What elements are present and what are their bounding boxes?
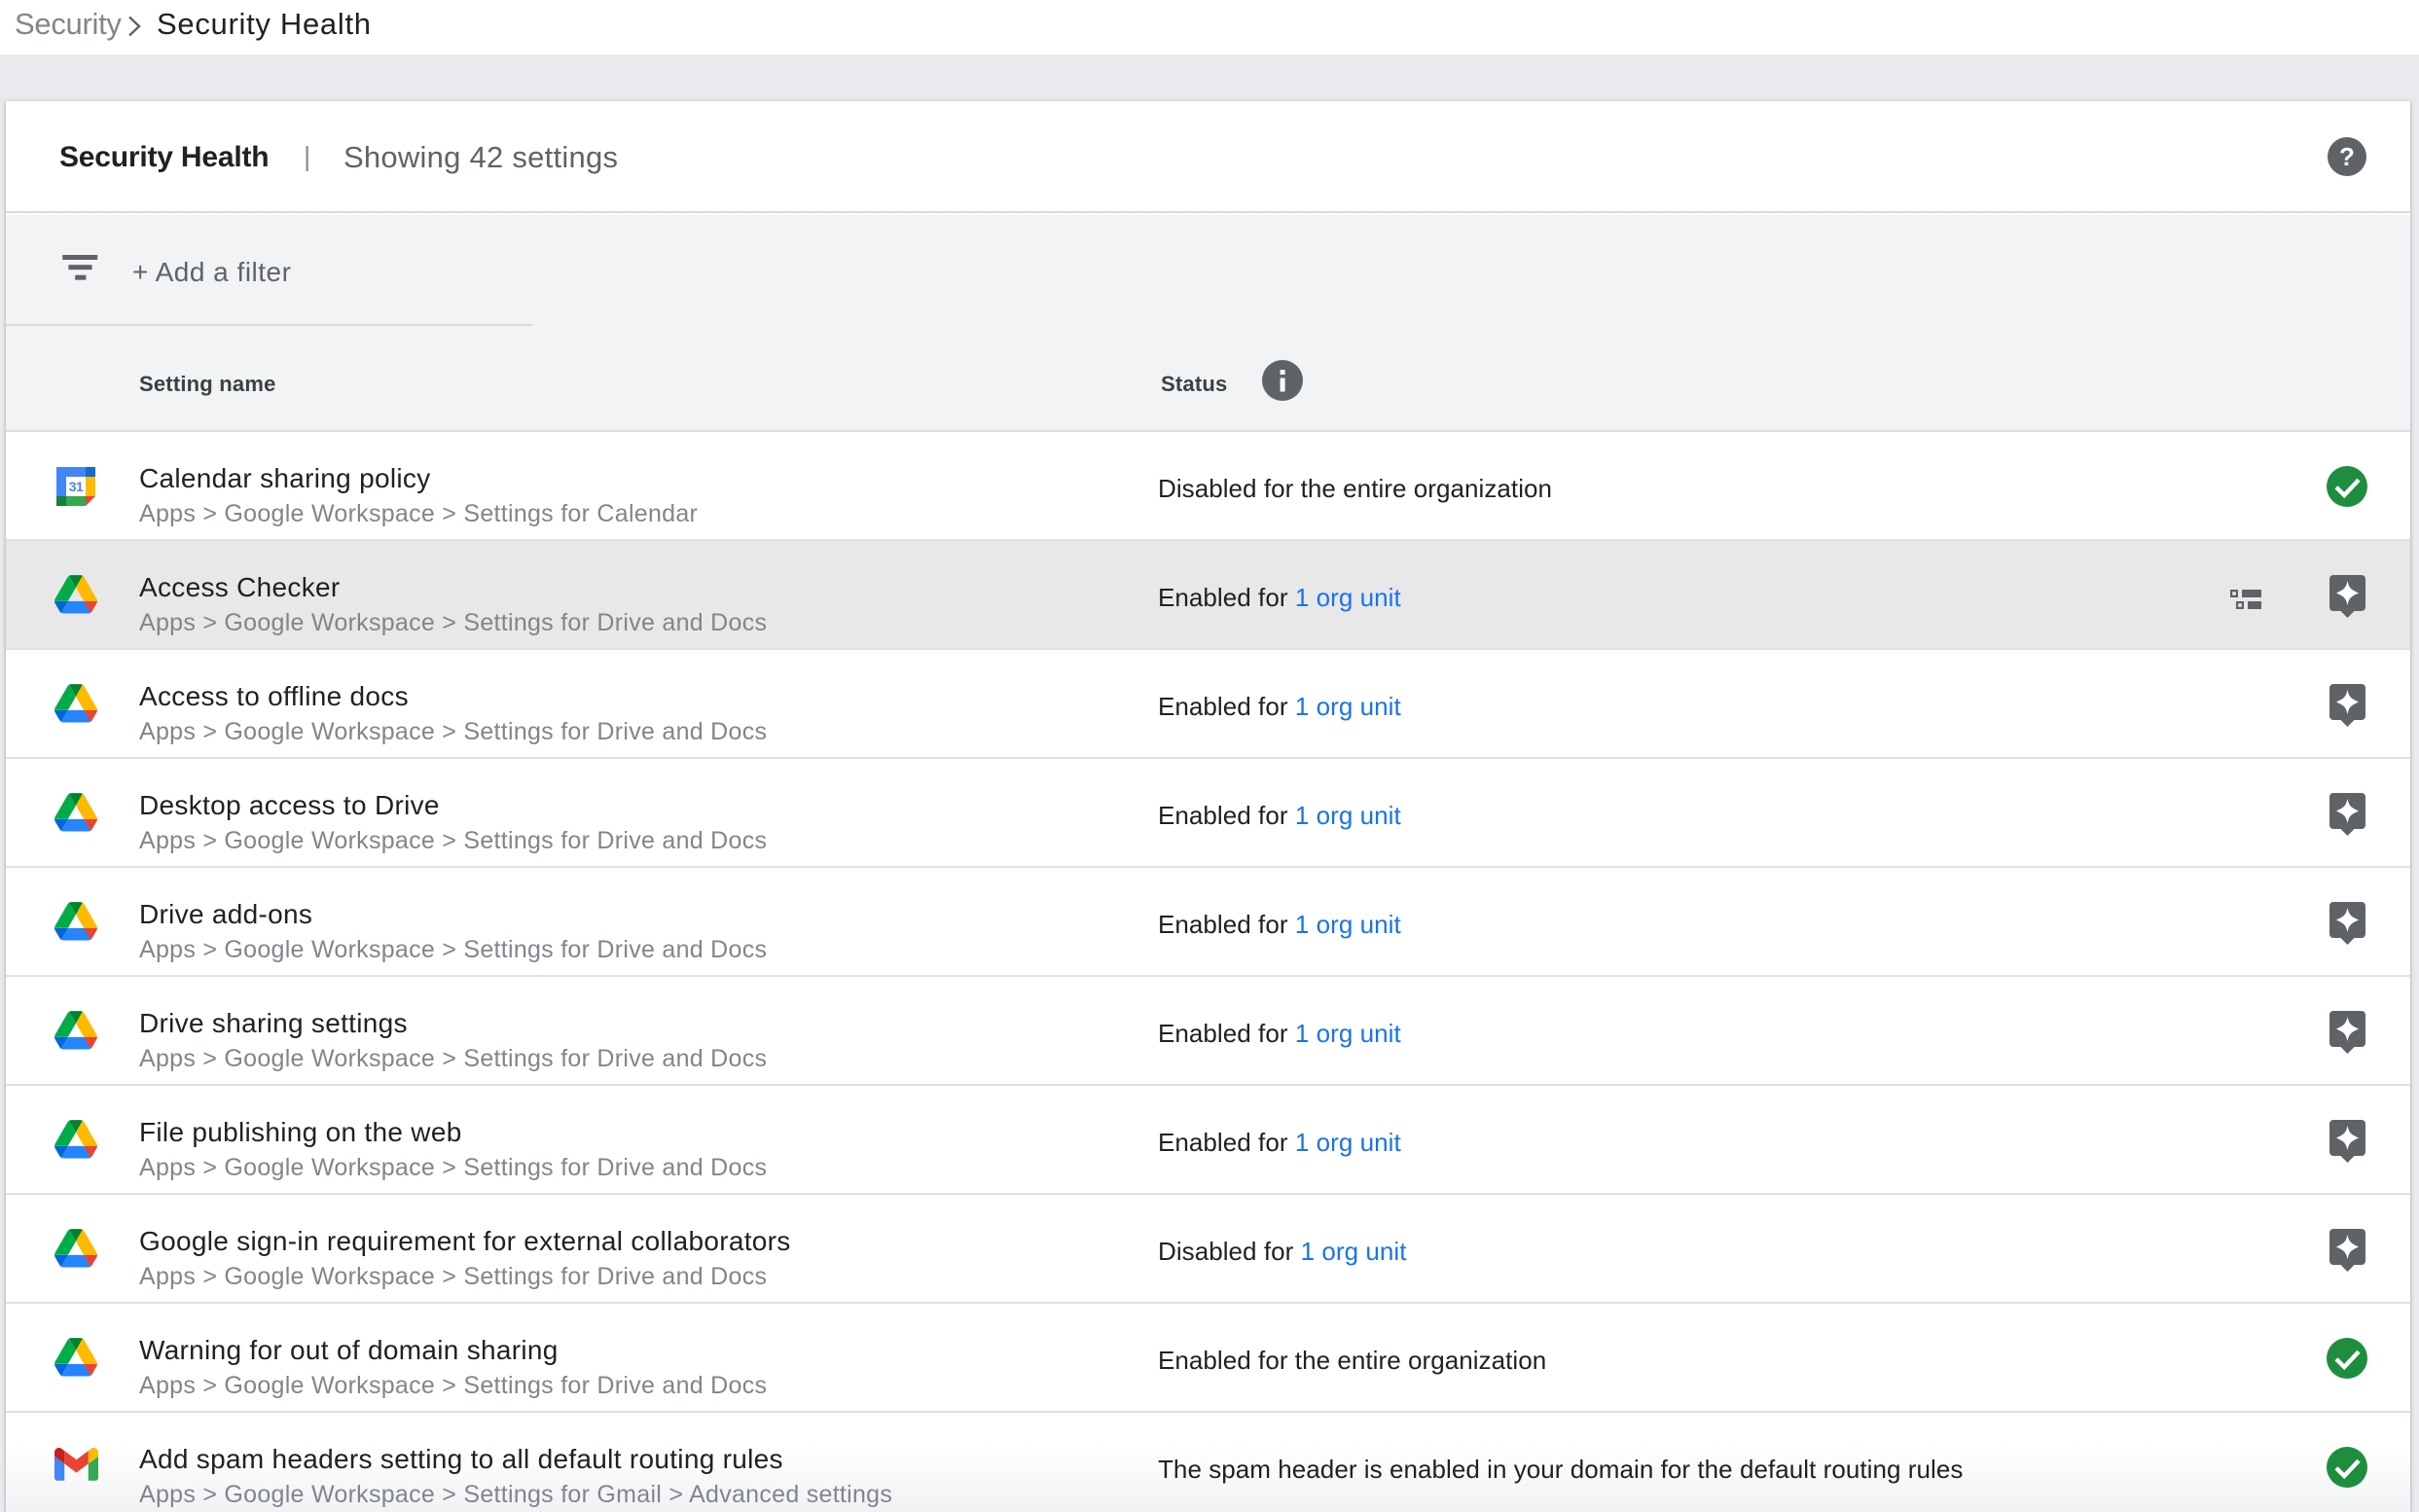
svg-text:?: ? (2339, 142, 2355, 171)
svg-text:31: 31 (69, 479, 84, 494)
